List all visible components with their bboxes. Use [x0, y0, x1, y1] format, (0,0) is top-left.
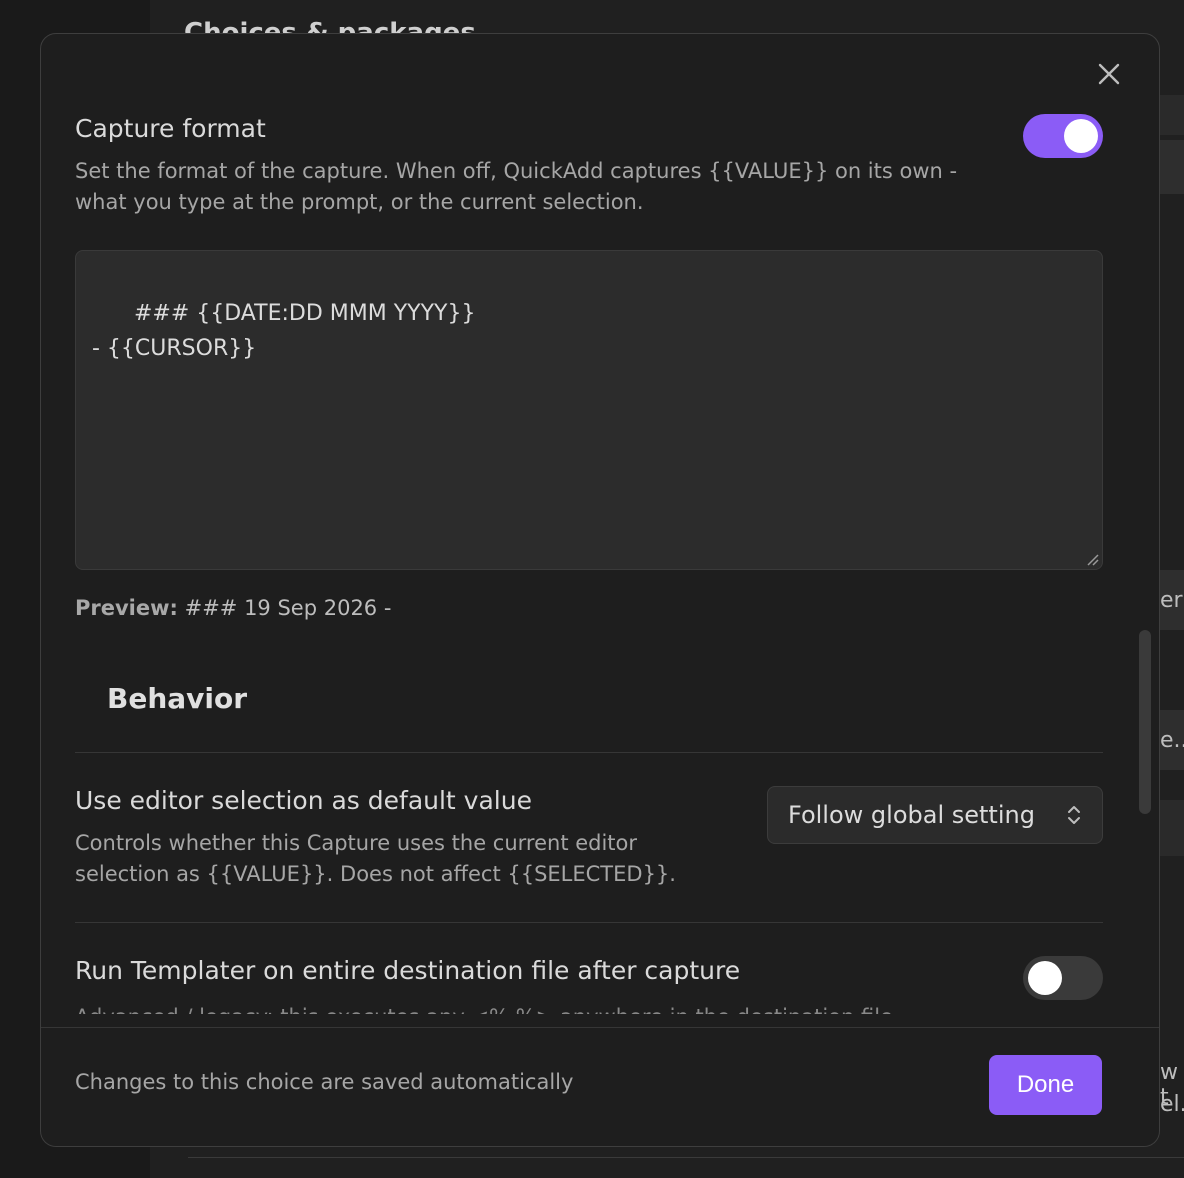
section-divider [75, 752, 1103, 753]
autosave-note: Changes to this choice are saved automat… [75, 1070, 574, 1094]
scrollbar-thumb[interactable] [1139, 630, 1151, 814]
run-templater-description: Advanced / legacy: this executes any <% … [75, 1002, 893, 1014]
background-fragment: er [1160, 588, 1183, 613]
capture-format-textarea[interactable]: ### {{DATE:DD MMM YYYY}} - {{CURSOR}} [75, 250, 1103, 570]
capture-format-value: ### {{DATE:DD MMM YYYY}} - {{CURSOR}} [92, 301, 476, 361]
capture-format-description: Set the format of the capture. When off,… [75, 159, 958, 214]
background-fragment: el. [1160, 1092, 1184, 1117]
modal-footer: Changes to this choice are saved automat… [41, 1027, 1159, 1146]
background-strip [1158, 95, 1184, 135]
modal-content: Capture format Set the format of the cap… [41, 34, 1159, 1027]
dropdown-selected-value: Follow global setting [788, 801, 1035, 829]
editor-selection-description: Controls whether this Capture uses the c… [75, 831, 676, 886]
run-templater-name: Run Templater on entire destination file… [75, 956, 741, 985]
run-templater-toggle[interactable] [1023, 956, 1103, 1000]
preview-label: Preview: [75, 596, 178, 620]
editor-selection-dropdown[interactable]: Follow global setting [767, 786, 1103, 844]
background-divider [188, 1157, 1184, 1158]
chevron-up-down-icon [1068, 806, 1080, 824]
toggle-knob [1028, 961, 1062, 995]
setting-divider [75, 922, 1103, 923]
background-strip [1158, 800, 1184, 856]
capture-format-name: Capture format [75, 114, 266, 143]
capture-settings-modal: Capture format Set the format of the cap… [40, 33, 1160, 1147]
editor-selection-name: Use editor selection as default value [75, 786, 532, 815]
resize-handle-icon[interactable] [1085, 552, 1099, 566]
section-heading-behavior: Behavior [107, 682, 248, 715]
capture-format-toggle[interactable] [1023, 114, 1103, 158]
background-strip [1158, 140, 1184, 194]
toggle-knob [1064, 119, 1098, 153]
done-button[interactable]: Done [989, 1055, 1102, 1115]
capture-format-preview: Preview: ### 19 Sep 2026 - [75, 596, 391, 620]
background-fragment: e... [1160, 728, 1184, 753]
preview-value: ### 19 Sep 2026 - [184, 596, 392, 620]
